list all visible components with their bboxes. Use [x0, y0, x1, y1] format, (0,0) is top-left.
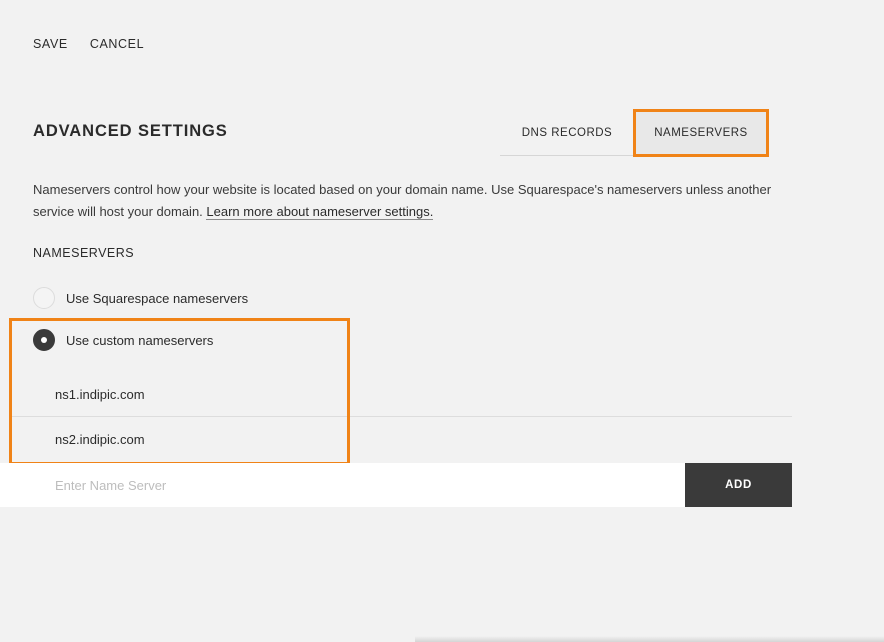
- add-nameserver-row: ADD: [0, 463, 792, 507]
- radio-label-custom: Use custom nameservers: [66, 332, 214, 348]
- tab-nameservers[interactable]: NAMESERVERS: [633, 109, 769, 157]
- cancel-button[interactable]: CANCEL: [90, 37, 144, 51]
- tab-dns-records[interactable]: DNS RECORDS: [500, 110, 634, 156]
- toolbar: SAVE CANCEL: [33, 37, 144, 51]
- settings-tabs: DNS RECORDS NAMESERVERS: [500, 109, 769, 157]
- radio-checked-icon[interactable]: [33, 329, 55, 351]
- radio-option-custom[interactable]: Use custom nameservers: [33, 329, 213, 351]
- save-button[interactable]: SAVE: [33, 37, 68, 51]
- radio-dot: [41, 337, 47, 343]
- section-title: ADVANCED SETTINGS: [33, 122, 228, 140]
- nameserver-description: Nameservers control how your website is …: [33, 179, 793, 223]
- nameserver-entry-2[interactable]: ns2.indipic.com: [12, 417, 792, 462]
- add-button[interactable]: ADD: [685, 463, 792, 507]
- radio-unchecked-icon[interactable]: [33, 287, 55, 309]
- radio-option-squarespace[interactable]: Use Squarespace nameservers: [33, 287, 248, 309]
- nameserver-input[interactable]: [0, 463, 685, 507]
- bottom-shadow: [415, 636, 884, 642]
- radio-label-squarespace: Use Squarespace nameservers: [66, 290, 249, 306]
- nameserver-entry-1[interactable]: ns1.indipic.com: [12, 372, 792, 417]
- nameservers-heading: NAMESERVERS: [33, 246, 135, 260]
- learn-more-link[interactable]: Learn more about nameserver settings.: [206, 204, 434, 220]
- advanced-settings-page: SAVE CANCEL ADVANCED SETTINGS DNS RECORD…: [0, 0, 884, 642]
